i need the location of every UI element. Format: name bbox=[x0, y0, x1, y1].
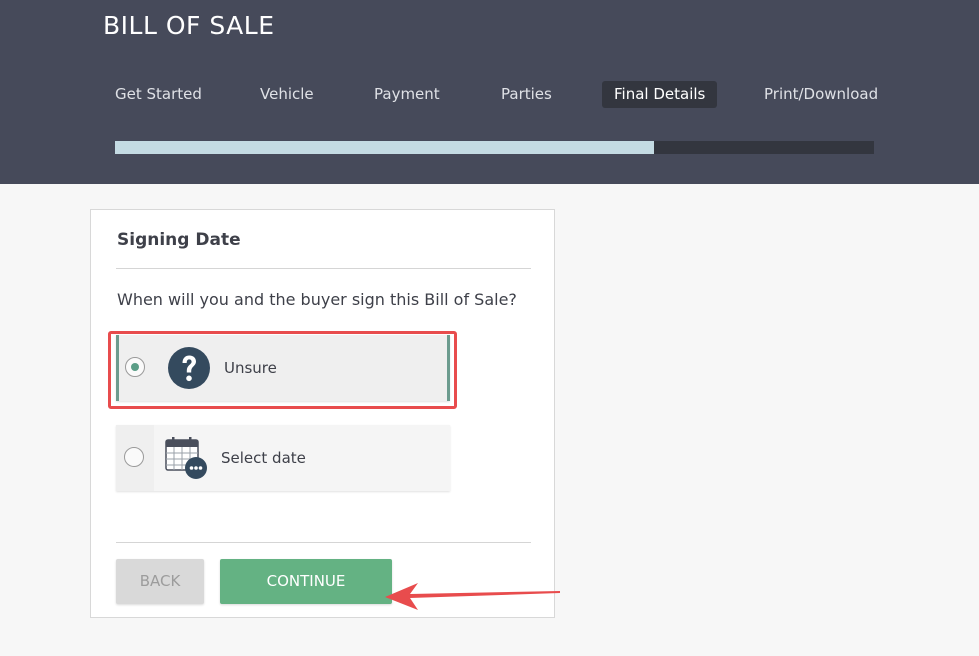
option-select-date-label: Select date bbox=[221, 449, 306, 467]
question-text: When will you and the buyer sign this Bi… bbox=[117, 290, 517, 309]
tab-payment[interactable]: Payment bbox=[362, 81, 452, 108]
tab-print-download[interactable]: Print/Download bbox=[752, 81, 890, 108]
back-button[interactable]: BACK bbox=[116, 559, 204, 604]
card-title: Signing Date bbox=[117, 230, 241, 250]
tab-get-started[interactable]: Get Started bbox=[103, 81, 214, 108]
title-divider bbox=[116, 268, 531, 269]
progress-bar bbox=[115, 141, 874, 154]
header: BILL OF SALE Get Started Vehicle Payment… bbox=[0, 0, 979, 184]
footer-divider bbox=[116, 542, 531, 543]
signing-date-card: Signing Date When will you and the buyer… bbox=[90, 209, 555, 618]
radio-select-date[interactable] bbox=[124, 447, 144, 467]
option-select-date[interactable]: Select date bbox=[116, 425, 450, 491]
radio-unsure[interactable] bbox=[125, 357, 145, 377]
tab-parties[interactable]: Parties bbox=[489, 81, 564, 108]
app-title: BILL OF SALE bbox=[103, 11, 275, 40]
option-unsure[interactable]: Unsure bbox=[116, 335, 450, 401]
tab-vehicle[interactable]: Vehicle bbox=[248, 81, 326, 108]
continue-button[interactable]: CONTINUE bbox=[220, 559, 392, 604]
progress-fill bbox=[115, 141, 654, 154]
tab-final-details[interactable]: Final Details bbox=[602, 81, 718, 108]
calendar-more-icon bbox=[165, 437, 207, 479]
option-unsure-label: Unsure bbox=[224, 359, 277, 377]
question-circle-icon bbox=[168, 347, 210, 389]
